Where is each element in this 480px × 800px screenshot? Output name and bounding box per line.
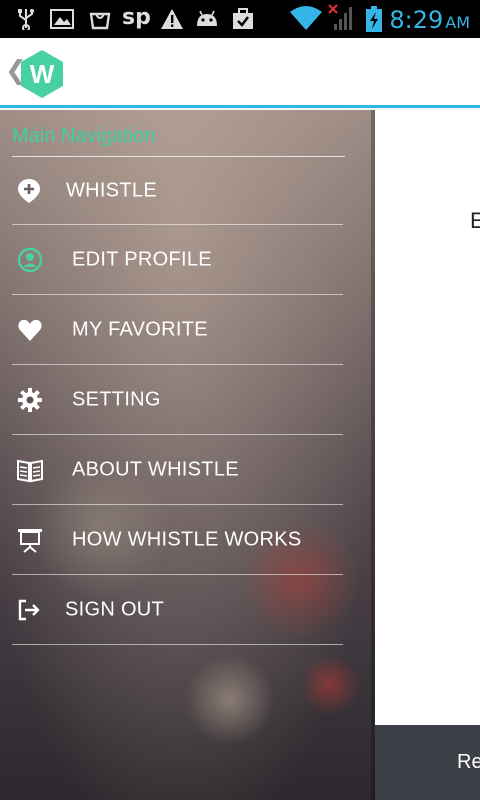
nav-item-edit-profile[interactable]: EDIT PROFILE [12,225,343,295]
nav-label-setting: SETTING [72,388,161,410]
bottom-action-bar[interactable]: Re [375,725,480,800]
briefcase-check-icon [233,8,253,29]
location-plus-icon [18,178,40,203]
battery-charging-icon [366,6,382,32]
main-content-text: E [470,208,480,233]
gear-icon [18,387,42,412]
presentation-icon [18,528,42,553]
android-icon [197,10,217,26]
bottom-bar-label: Re [457,751,480,773]
heart-icon [18,319,42,341]
wifi-icon [290,6,322,30]
usb-icon [18,9,34,30]
user-circle-icon [17,247,43,272]
nav-label-sign-out: SIGN OUT [65,598,165,620]
nav-item-about-whistle[interactable]: ABOUT WHISTLE [12,435,343,505]
logo-letter: W [30,59,55,89]
status-clock: 8:29 AM [389,6,470,34]
sp-icon: sp [122,5,151,30]
nav-label-about-whistle: ABOUT WHISTLE [72,458,239,480]
nav-label-how-whistle-works: HOW WHISTLE WORKS [72,528,302,550]
signal-no-service-icon [328,4,352,30]
status-bar: sp 8:29 AM [0,0,480,38]
bag-icon [89,12,111,30]
clock-time: 8:29 [389,6,444,34]
nav-item-sign-out[interactable]: SIGN OUT [12,575,343,645]
clock-ampm: AM [445,13,470,32]
drawer-header: Main Navigation [12,125,156,147]
warning-icon [161,9,183,29]
app-logo[interactable]: W [18,49,66,99]
action-bar: ❮ W [0,38,480,108]
nav-item-setting[interactable]: SETTING [12,365,343,435]
nav-item-whistle[interactable]: WHISTLE [12,157,343,225]
navigation-drawer: Main Navigation WHISTLE EDIT PROFILE MY … [0,110,375,800]
nav-item-how-whistle-works[interactable]: HOW WHISTLE WORKS [12,505,343,575]
sign-out-icon [18,599,40,620]
nav-item-my-favorite[interactable]: MY FAVORITE [12,295,343,365]
image-icon [50,9,74,29]
nav-label-edit-profile: EDIT PROFILE [72,248,212,270]
book-icon [17,459,43,482]
nav-label-whistle: WHISTLE [66,179,157,201]
nav-label-my-favorite: MY FAVORITE [72,318,208,340]
